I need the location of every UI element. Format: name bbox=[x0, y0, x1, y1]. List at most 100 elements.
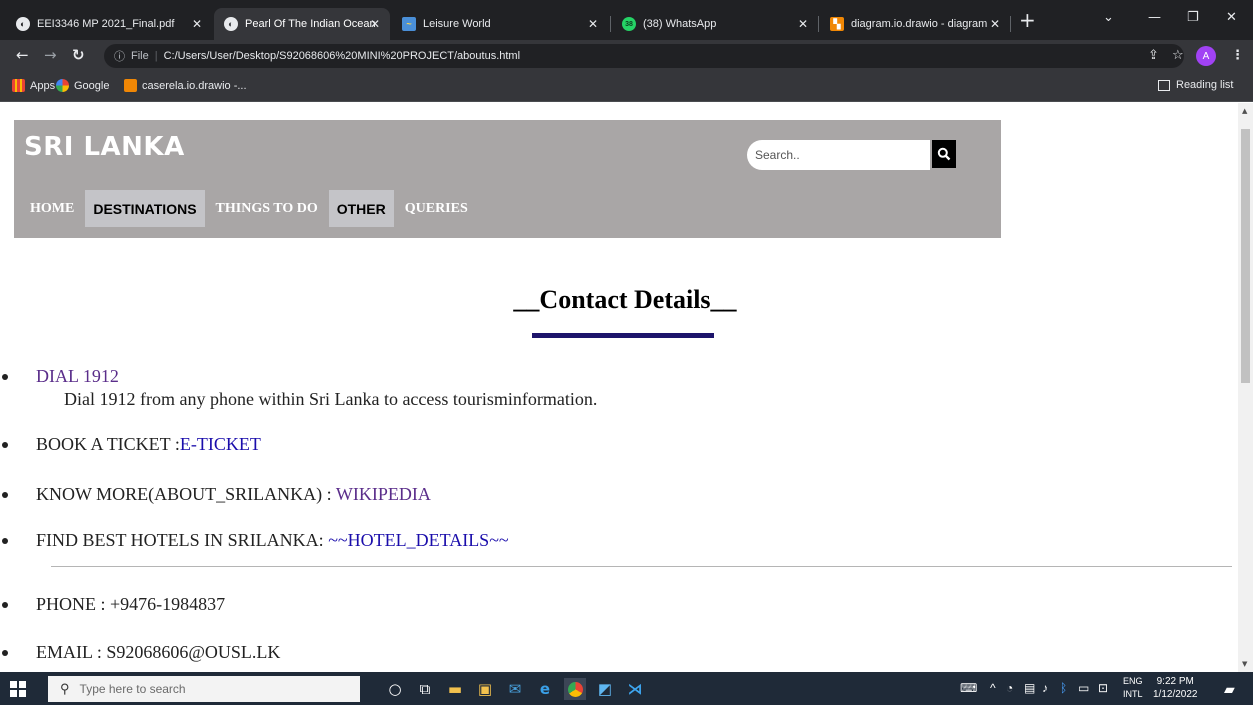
page-title: __Contact Details__ bbox=[513, 285, 737, 314]
taskbar-search-placeholder: Type here to search bbox=[79, 682, 186, 696]
tab-title: diagram.io.drawio - diagram bbox=[851, 18, 988, 30]
lang-layout: INTL bbox=[1123, 689, 1143, 699]
wikipedia-link[interactable]: WIKIPEDIA bbox=[336, 484, 431, 504]
bookmark-label: caserela.io.drawio -... bbox=[142, 79, 247, 92]
close-icon[interactable]: ✕ bbox=[370, 17, 380, 31]
tab-separator bbox=[610, 16, 611, 32]
bookmark-label: Apps bbox=[30, 79, 56, 92]
clock-time: 9:22 PM bbox=[1156, 676, 1194, 687]
nav-other[interactable]: OTHER bbox=[328, 190, 394, 227]
scroll-down-icon[interactable]: ▼ bbox=[1242, 660, 1247, 668]
dial-link[interactable]: DIAL 1912 bbox=[36, 366, 119, 386]
tray-overflow-icon[interactable]: ^ bbox=[990, 681, 996, 695]
page-scrollbar[interactable]: ▲ ▼ bbox=[1238, 103, 1253, 672]
tab-pdf[interactable]: ◐ EEI3346 MP 2021_Final.pdf ✕ bbox=[6, 8, 212, 40]
hotel-details-link[interactable]: ~~HOTEL_DETAILS~~ bbox=[328, 530, 508, 550]
tab-search-icon[interactable]: ⌄ bbox=[1103, 10, 1114, 25]
windows-taskbar: ⚲ Type here to search ○ ⧉ ▬ ▣ ✉ e ◩ ⋊ ⌨ … bbox=[0, 672, 1253, 705]
tab-whatsapp[interactable]: 38 (38) WhatsApp ✕ bbox=[612, 8, 818, 40]
tab-drawio[interactable]: ▚ diagram.io.drawio - diagram ✕ bbox=[820, 8, 1010, 40]
bookmark-star-icon[interactable]: ☆ bbox=[1172, 48, 1184, 63]
photos-icon[interactable]: ◩ bbox=[594, 678, 616, 700]
edge-icon[interactable]: e bbox=[534, 678, 556, 700]
minimize-icon[interactable]: — bbox=[1148, 10, 1161, 25]
bluetooth-icon[interactable]: ᛒ bbox=[1060, 681, 1067, 695]
store-icon[interactable]: ▣ bbox=[474, 678, 496, 700]
windows-start-icon[interactable] bbox=[10, 681, 26, 697]
mail-icon[interactable]: ✉ bbox=[504, 678, 526, 700]
info-icon[interactable]: ⓘ bbox=[114, 48, 125, 64]
tab-title: EEI3346 MP 2021_Final.pdf bbox=[37, 18, 175, 30]
reading-list-icon bbox=[1158, 79, 1170, 91]
bookmark-label: Google bbox=[74, 79, 110, 92]
close-icon[interactable]: ✕ bbox=[798, 17, 808, 31]
cortana-icon[interactable]: ○ bbox=[384, 678, 406, 700]
taskbar-search[interactable]: ⚲ Type here to search bbox=[48, 676, 360, 702]
globe-icon: ◐ bbox=[16, 17, 30, 31]
tab-leisure[interactable]: ~ Leisure World ✕ bbox=[392, 8, 608, 40]
lang-code: ENG bbox=[1123, 676, 1143, 686]
address-bar[interactable]: ⓘ File | C:/Users/User/Desktop/S92068606… bbox=[104, 44, 1184, 68]
nav-things-to-do[interactable]: THINGS TO DO bbox=[208, 190, 326, 227]
share-icon[interactable]: ⇪ bbox=[1148, 48, 1159, 63]
whatsapp-icon: 38 bbox=[622, 17, 636, 31]
search-button[interactable] bbox=[932, 140, 956, 168]
dial-description: Dial 1912 from any phone within Sri Lank… bbox=[64, 389, 598, 409]
tab-title: Pearl Of The Indian Ocean bbox=[245, 18, 376, 30]
wifi-icon[interactable]: ◔ bbox=[1006, 681, 1013, 695]
chrome-icon[interactable] bbox=[564, 678, 586, 700]
drawio-icon: ▚ bbox=[830, 17, 844, 31]
search-icon bbox=[937, 147, 951, 161]
bookmark-drawio[interactable]: caserela.io.drawio -... bbox=[124, 79, 247, 92]
close-icon[interactable]: ✕ bbox=[990, 17, 1000, 31]
tab-strip: ◐ EEI3346 MP 2021_Final.pdf ✕ ◐ Pearl Of… bbox=[0, 0, 1253, 40]
main-nav: HOME DESTINATIONS THINGS TO DO OTHER QUE… bbox=[22, 190, 479, 227]
language-indicator[interactable]: ENG INTL bbox=[1123, 675, 1143, 701]
battery-icon[interactable]: ▭ bbox=[1078, 681, 1089, 695]
profile-avatar[interactable]: A bbox=[1196, 46, 1216, 66]
nav-queries[interactable]: QUERIES bbox=[397, 190, 476, 227]
email-text: EMAIL : S92068606@OUSL.LK bbox=[36, 642, 281, 662]
address-separator: | bbox=[154, 50, 158, 62]
restore-icon[interactable]: ❐ bbox=[1187, 10, 1199, 25]
tab-separator bbox=[1010, 16, 1011, 32]
task-view-icon[interactable]: ⧉ bbox=[414, 678, 436, 700]
scrollbar-thumb[interactable] bbox=[1241, 129, 1250, 383]
close-icon[interactable]: ✕ bbox=[588, 17, 598, 31]
search-input[interactable] bbox=[747, 140, 930, 170]
bookmark-google[interactable]: Google bbox=[56, 79, 109, 92]
file-explorer-icon[interactable]: ▬ bbox=[444, 678, 466, 700]
keyboard-icon[interactable]: ⌨ bbox=[960, 681, 977, 695]
list-item-know-more: KNOW MORE(ABOUT_SRILANKA) : WIKIPEDIA bbox=[2, 484, 431, 505]
new-tab-icon[interactable]: + bbox=[1019, 10, 1036, 30]
ime-icon[interactable]: ⊡ bbox=[1098, 681, 1108, 695]
google-icon bbox=[56, 79, 69, 92]
close-icon[interactable]: ✕ bbox=[192, 17, 202, 31]
notifications-icon[interactable]: ▰ bbox=[1224, 681, 1235, 698]
ticket-label: BOOK A TICKET : bbox=[36, 434, 180, 454]
volume-icon[interactable]: ♪ bbox=[1042, 681, 1048, 695]
reload-icon[interactable]: ↻ bbox=[72, 46, 85, 64]
url-text: C:/Users/User/Desktop/S92068606%20MINI%2… bbox=[163, 50, 521, 62]
scroll-up-icon[interactable]: ▲ bbox=[1242, 107, 1247, 115]
leisure-icon: ~ bbox=[402, 17, 416, 31]
nav-home[interactable]: HOME bbox=[22, 190, 82, 227]
reading-list-button[interactable]: Reading list bbox=[1158, 79, 1233, 91]
reading-list-label: Reading list bbox=[1176, 79, 1234, 91]
back-icon[interactable]: ← bbox=[16, 46, 29, 64]
e-ticket-link[interactable]: E-TICKET bbox=[180, 434, 261, 454]
tab-pearl[interactable]: ◐ Pearl Of The Indian Ocean ✕ bbox=[214, 8, 390, 40]
vscode-icon[interactable]: ⋊ bbox=[624, 678, 646, 700]
list-item-email: EMAIL : S92068606@OUSL.LK bbox=[1, 642, 281, 663]
menu-kebab-icon[interactable]: ⋮ bbox=[1231, 48, 1244, 63]
forward-icon[interactable]: → bbox=[44, 46, 57, 64]
tab-title: (38) WhatsApp bbox=[643, 18, 717, 30]
clock[interactable]: 9:22 PM 1/12/2022 bbox=[1153, 675, 1198, 701]
phone-text: PHONE : +9476-1984837 bbox=[36, 594, 226, 614]
nav-destinations[interactable]: DESTINATIONS bbox=[85, 190, 205, 227]
window-close-icon[interactable]: ✕ bbox=[1226, 10, 1237, 25]
list-item-dial: DIAL 1912 bbox=[2, 366, 119, 387]
bookmark-apps[interactable]: Apps bbox=[12, 79, 55, 92]
network-icon[interactable]: ▤ bbox=[1024, 681, 1035, 695]
globe-icon: ◐ bbox=[224, 17, 238, 31]
